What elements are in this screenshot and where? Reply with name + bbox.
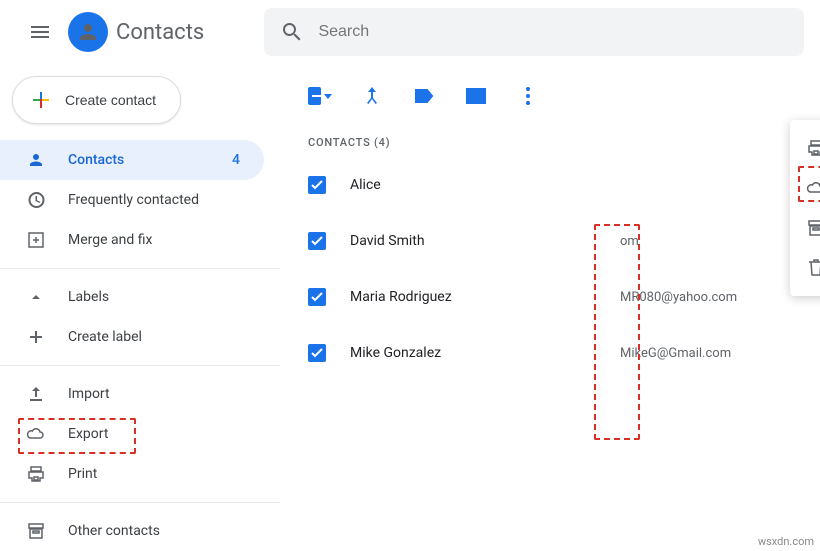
- nav-frequent-label: Frequently contacted: [68, 192, 240, 208]
- nav-merge-label: Merge and fix: [68, 232, 240, 248]
- print-icon: [26, 464, 46, 484]
- envelope-icon: [465, 85, 487, 107]
- nav-contacts-count: 4: [232, 152, 240, 168]
- menu-hide[interactable]: Hide from contacts: [790, 208, 820, 248]
- nav-contacts[interactable]: Contacts 4: [0, 140, 264, 180]
- merge-button[interactable]: [360, 84, 384, 108]
- check-icon: [310, 178, 324, 192]
- search-icon: [280, 20, 302, 44]
- watermark: wsxdn.com: [758, 535, 814, 548]
- label-button[interactable]: [412, 84, 436, 108]
- check-icon: [310, 234, 324, 248]
- nav-export-label: Export: [68, 426, 240, 442]
- contact-row[interactable]: Alice: [280, 157, 820, 213]
- menu-export[interactable]: Export: [790, 168, 820, 208]
- nav-merge[interactable]: Merge and fix: [0, 220, 264, 260]
- person-outline-icon: [26, 150, 46, 170]
- selection-toolbar: [280, 72, 820, 120]
- sidebar: Create contact Contacts 4 Frequently con…: [0, 64, 280, 550]
- main-panel: CONTACTS (4) Alice David Smith om Maria …: [280, 64, 820, 550]
- row-checkbox[interactable]: [308, 232, 326, 250]
- cloud-icon: [26, 424, 46, 444]
- more-vert-icon: [517, 85, 539, 107]
- more-actions-menu: Print Export Hide from contacts Delete: [790, 120, 820, 296]
- divider: [0, 268, 280, 269]
- search-bar[interactable]: [264, 8, 804, 56]
- plus-small-icon: [26, 327, 46, 347]
- label-icon: [413, 85, 435, 107]
- more-menu-button[interactable]: [516, 84, 540, 108]
- row-checkbox[interactable]: [308, 176, 326, 194]
- select-indeterminate-icon: [308, 87, 321, 105]
- contact-list: Alice David Smith om Maria Rodriguez MR0…: [280, 157, 820, 381]
- divider: [0, 365, 280, 366]
- row-checkbox[interactable]: [308, 288, 326, 306]
- nav-import-label: Import: [68, 386, 240, 402]
- chevron-down-icon: [324, 94, 332, 99]
- contact-name: David Smith: [350, 233, 620, 249]
- merge-arrows-icon: [361, 85, 383, 107]
- app-title: Contacts: [116, 20, 204, 45]
- search-input[interactable]: [318, 23, 788, 41]
- contact-row[interactable]: David Smith om: [280, 213, 820, 269]
- check-icon: [310, 346, 324, 360]
- history-icon: [26, 190, 46, 210]
- nav-labels-header[interactable]: Labels: [0, 277, 264, 317]
- chevron-up-icon: [26, 287, 46, 307]
- nav-export[interactable]: Export: [0, 414, 264, 454]
- merge-icon: [26, 230, 46, 250]
- contact-row[interactable]: Mike Gonzalez MikeG@Gmail.com: [280, 325, 820, 381]
- contact-email: MikeG@Gmail.com: [620, 346, 820, 361]
- contacts-section-title: CONTACTS (4): [280, 120, 820, 157]
- select-all-toggle[interactable]: [308, 84, 332, 108]
- archive-icon: [806, 218, 820, 238]
- app-header: Contacts: [0, 0, 820, 64]
- archive-icon: [26, 521, 46, 541]
- person-icon: [76, 20, 100, 44]
- menu-delete[interactable]: Delete: [790, 248, 820, 288]
- nav-print[interactable]: Print: [0, 454, 264, 494]
- create-contact-button[interactable]: Create contact: [12, 76, 181, 124]
- nav-frequent[interactable]: Frequently contacted: [0, 180, 264, 220]
- nav-labels-label: Labels: [68, 289, 240, 305]
- nav-create-label[interactable]: Create label: [0, 317, 264, 357]
- plus-icon: [29, 88, 53, 112]
- nav-create-label-label: Create label: [68, 329, 240, 345]
- app-logo: [68, 12, 108, 52]
- contact-name: Maria Rodriguez: [350, 289, 620, 305]
- contact-row[interactable]: Maria Rodriguez MR080@yahoo.com: [280, 269, 820, 325]
- email-button[interactable]: [464, 84, 488, 108]
- nav-other-contacts[interactable]: Other contacts: [0, 511, 264, 551]
- print-icon: [806, 138, 820, 158]
- nav-list: Contacts 4 Frequently contacted Merge an…: [0, 140, 280, 260]
- nav-contacts-label: Contacts: [68, 152, 232, 168]
- nav-other-label: Other contacts: [68, 523, 240, 539]
- hamburger-menu-button[interactable]: [16, 8, 64, 56]
- contact-name: Mike Gonzalez: [350, 345, 620, 361]
- hamburger-icon: [28, 20, 52, 44]
- nav-import[interactable]: Import: [0, 374, 264, 414]
- row-checkbox[interactable]: [308, 344, 326, 362]
- contact-name: Alice: [350, 177, 620, 193]
- upload-icon: [26, 384, 46, 404]
- cloud-icon: [806, 178, 820, 198]
- trash-icon: [806, 258, 820, 278]
- check-icon: [310, 290, 324, 304]
- nav-print-label: Print: [68, 466, 240, 482]
- menu-print[interactable]: Print: [790, 128, 820, 168]
- create-contact-label: Create contact: [65, 92, 156, 108]
- divider: [0, 502, 280, 503]
